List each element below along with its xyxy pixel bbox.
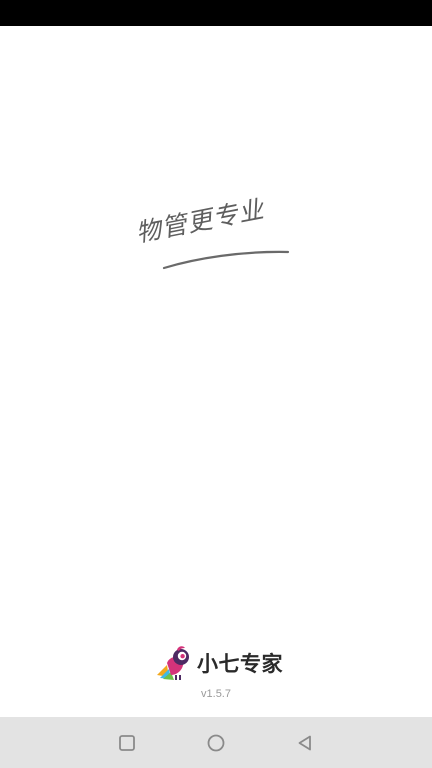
slogan: 物管更专业	[134, 194, 290, 284]
home-button[interactable]	[186, 717, 246, 768]
slogan-text: 物管更专业	[133, 194, 267, 248]
status-bar	[0, 0, 432, 26]
recents-button[interactable]	[97, 717, 157, 768]
version-label: v1.5.7	[201, 688, 231, 700]
brand-lockup: 小七专家	[155, 645, 283, 681]
triangle-back-icon	[298, 735, 311, 750]
slogan-underline	[162, 250, 290, 270]
splash-screen: 物管更专业	[0, 26, 432, 717]
circle-home-icon	[207, 734, 225, 751]
system-nav-bar	[0, 717, 432, 768]
square-recents-icon	[119, 734, 135, 751]
bird-logo-icon	[157, 646, 189, 680]
brand-name: 小七专家	[197, 652, 283, 676]
back-button[interactable]	[275, 717, 335, 768]
